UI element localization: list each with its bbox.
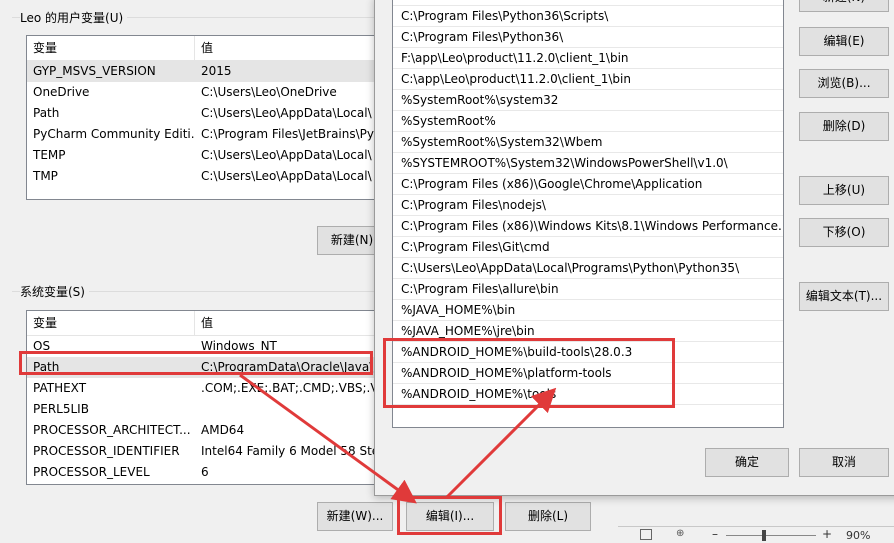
arrow-to-android-paths [444, 387, 557, 500]
arrow-to-edit-button [239, 373, 417, 504]
annotation-arrows [239, 373, 557, 504]
